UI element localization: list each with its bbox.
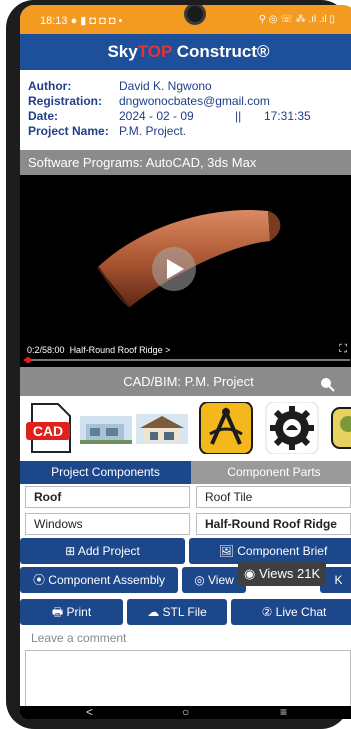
app-title-bar: SkyTOP Construct® — [20, 34, 351, 70]
recent-apps-icon[interactable]: ≡ — [280, 706, 287, 719]
house-render-icon[interactable] — [80, 402, 132, 454]
comment-placeholder: Leave a comment — [31, 631, 127, 645]
component-brief-button[interactable]: 🖼 Component Brief — [189, 538, 351, 564]
video-player[interactable]: 0:2/58:00 Half-Round Roof Ridge > ⛶ — [20, 175, 351, 367]
screen: 18:13 ● ▮ ◘ ◘ ◘ • ⚲ ◎ ☏ ⁂ .ıl .ıl ▯ SkyT… — [20, 5, 351, 719]
views-badge: ◉ Views 21K — [238, 562, 327, 586]
roof-field[interactable]: Roof — [25, 486, 190, 508]
component-assembly-button[interactable]: ⦿ Component Assembly — [20, 567, 178, 593]
project-label: Project Name: — [28, 124, 109, 138]
tab-bar: Project Components Component Parts — [20, 461, 351, 484]
eye-icon: ◉ — [244, 566, 256, 581]
home-icon[interactable]: ○ — [182, 706, 189, 719]
tool-icon-strip: CAD — [20, 396, 351, 460]
ridge-field[interactable]: Half-Round Roof Ridge — [196, 513, 351, 535]
roof-tile-field[interactable]: Roof Tile — [196, 486, 351, 508]
video-title: Half-Round Roof Ridge > — [69, 345, 171, 355]
author-value: David K. Ngwono — [119, 79, 212, 93]
back-icon[interactable]: < — [86, 706, 93, 719]
author-label: Author: — [28, 79, 72, 93]
status-time: 18:13 ● ▮ ◘ ◘ ◘ • — [40, 15, 123, 27]
add-project-button[interactable]: ⊞ Add Project — [20, 538, 185, 564]
button-row-1: ⊞ Add Project 🖼 Component Brief — [20, 538, 351, 564]
comment-section: Leave a comment — [20, 630, 351, 710]
time-value: 17:31:35 — [264, 109, 311, 123]
title-prefix: Sky — [107, 42, 138, 61]
cad-bim-bar: CAD/BIM: P.M. Project — [20, 367, 351, 396]
fullscreen-icon[interactable]: ⛶ — [339, 343, 347, 356]
video-time-title: 0:2/58:00 Half-Round Roof Ridge > — [27, 345, 170, 355]
date-label: Date: — [28, 109, 59, 123]
print-button[interactable]: 🖶 Print — [20, 599, 123, 625]
system-nav-bar: < ○ ≡ — [20, 706, 351, 719]
project-info: Author: David K. Ngwono Registration: dngw… — [20, 70, 351, 152]
video-time: 0:2/58:00 — [27, 345, 65, 355]
cad-file-icon[interactable]: CAD — [24, 402, 74, 454]
views-count: Views 21K — [258, 566, 321, 581]
stl-file-button[interactable]: ☁ STL File — [127, 599, 227, 625]
tab-project-components[interactable]: Project Components — [20, 461, 191, 484]
title-suffix: Construct® — [172, 42, 270, 61]
drafting-compass-icon[interactable] — [198, 401, 254, 455]
registration-value: dngwonocbates@gmail.com — [119, 94, 270, 108]
play-button[interactable] — [152, 247, 196, 291]
button-row-3: 🖶 Print ☁ STL File ② Live Chat — [20, 599, 351, 625]
gear-icon[interactable] — [264, 401, 320, 455]
software-bar: Software Programs: AutoCAD, 3ds Max — [20, 150, 351, 175]
cad-bim-label: CAD/BIM: P.M. Project — [123, 374, 254, 389]
play-icon — [167, 259, 184, 279]
project-value: P.M. Project. — [119, 124, 187, 138]
live-chat-button[interactable]: ② Live Chat — [231, 599, 351, 625]
progress-handle[interactable] — [25, 357, 31, 363]
tab-component-parts[interactable]: Component Parts — [191, 461, 351, 484]
comment-input[interactable] — [25, 650, 351, 710]
component-fields: Roof Roof Tile Windows Half-Round Roof R… — [20, 484, 351, 542]
view-button[interactable]: ◎ View — [182, 567, 246, 593]
svg-text:CAD: CAD — [33, 423, 63, 439]
registration-label: Registration: — [28, 94, 103, 108]
villa-render-icon[interactable] — [136, 402, 188, 454]
date-value: 2024 - 02 - 09 — [119, 109, 194, 123]
title-highlight: TOP — [137, 42, 173, 61]
worker-icon[interactable] — [330, 402, 351, 454]
time-separator: || — [235, 109, 242, 123]
phone-frame: 18:13 ● ▮ ◘ ◘ ◘ • ⚲ ◎ ☏ ⁂ .ıl .ıl ▯ SkyT… — [6, 0, 351, 729]
video-progress-bar[interactable] — [24, 357, 350, 363]
windows-field[interactable]: Windows — [25, 513, 190, 535]
status-icons: ⚲ ◎ ☏ ⁂ .ıl .ıl ▯ — [258, 14, 335, 25]
